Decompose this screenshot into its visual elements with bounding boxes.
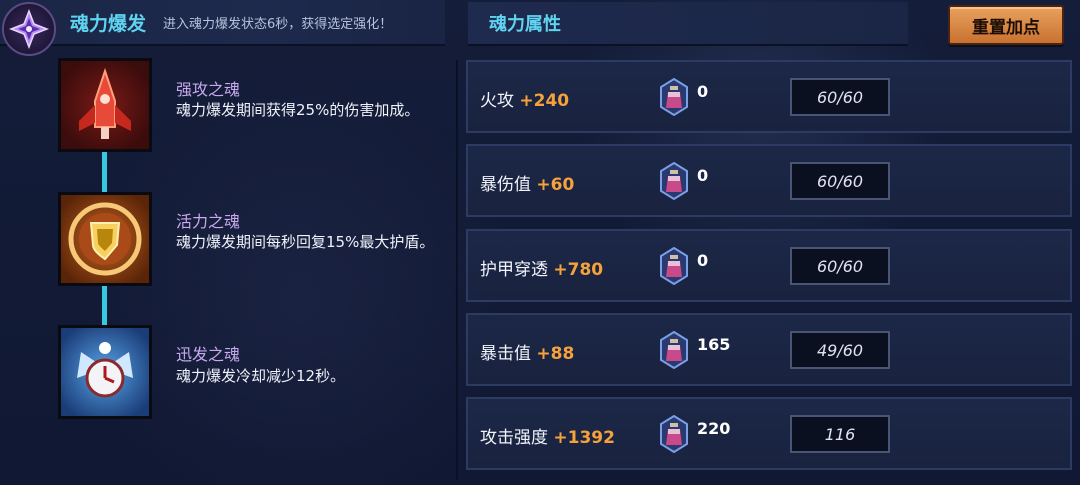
attribute-bonus: +88 <box>536 344 575 364</box>
attribute-name: 火攻 +240 <box>480 91 570 111</box>
soul-potion-icon <box>660 331 688 369</box>
golden-shield-icon[interactable] <box>58 192 152 286</box>
potion-count: 0 <box>697 251 709 270</box>
purple-crystal-emblem-icon[interactable] <box>2 2 56 56</box>
attribute-name: 暴击值 +88 <box>480 344 575 364</box>
attribute-bonus: +1392 <box>553 428 615 448</box>
potion-count: 0 <box>697 166 709 185</box>
skill-description: 魂力爆发冷却减少12秒。 <box>176 367 346 385</box>
potion-count: 165 <box>697 335 731 354</box>
skill-description: 魂力爆发期间每秒回复15%最大护盾。 <box>176 233 435 251</box>
attribute-row: 护甲穿透 +780 0 60/60 <box>466 229 1072 302</box>
attribute-points-box[interactable]: 49/60 <box>790 331 890 369</box>
attribute-name: 暴伤值 +60 <box>480 175 575 195</box>
attribute-row: 暴击值 +88 165 49/60 <box>466 313 1072 386</box>
panel-divider <box>456 60 458 480</box>
red-rocket-icon[interactable] <box>58 58 152 152</box>
attribute-points-box[interactable]: 60/60 <box>790 162 890 200</box>
skill-name: 强攻之魂 <box>176 80 241 99</box>
reset-points-button[interactable]: 重置加点 <box>948 5 1064 45</box>
attributes-title: 魂力属性 <box>489 14 561 35</box>
soul-potion-icon <box>660 415 688 453</box>
potion-count: 220 <box>697 419 731 438</box>
soul-potion-icon <box>660 162 688 200</box>
soul-burst-title: 魂力爆发 <box>70 13 147 35</box>
attribute-row: 火攻 +240 0 60/60 <box>466 60 1072 133</box>
attribute-points-box[interactable]: 116 <box>790 415 890 453</box>
attribute-bonus: +240 <box>519 91 570 111</box>
attribute-points-box[interactable]: 60/60 <box>790 247 890 285</box>
attribute-name: 攻击强度 +1392 <box>480 428 615 448</box>
skill-connector <box>102 152 107 192</box>
soul-potion-icon <box>660 247 688 285</box>
potion-count: 0 <box>697 82 709 101</box>
attribute-name: 护甲穿透 +780 <box>480 260 604 280</box>
attribute-row: 暴伤值 +60 0 60/60 <box>466 144 1072 217</box>
skill-description: 魂力爆发期间获得25%的伤害加成。 <box>176 101 420 119</box>
skill-connector <box>102 286 107 325</box>
attribute-bonus: +780 <box>553 260 604 280</box>
attribute-bonus: +60 <box>536 175 575 195</box>
blue-winged-clock-icon[interactable] <box>58 325 152 419</box>
attribute-points-box[interactable]: 60/60 <box>790 78 890 116</box>
attribute-row: 攻击强度 +1392 220 116 <box>466 397 1072 470</box>
soul-potion-icon <box>660 78 688 116</box>
soul-burst-description: 进入魂力爆发状态6秒，获得选定强化！ <box>163 17 393 32</box>
skill-name: 活力之魂 <box>176 212 241 231</box>
skill-name: 迅发之魂 <box>176 345 241 364</box>
